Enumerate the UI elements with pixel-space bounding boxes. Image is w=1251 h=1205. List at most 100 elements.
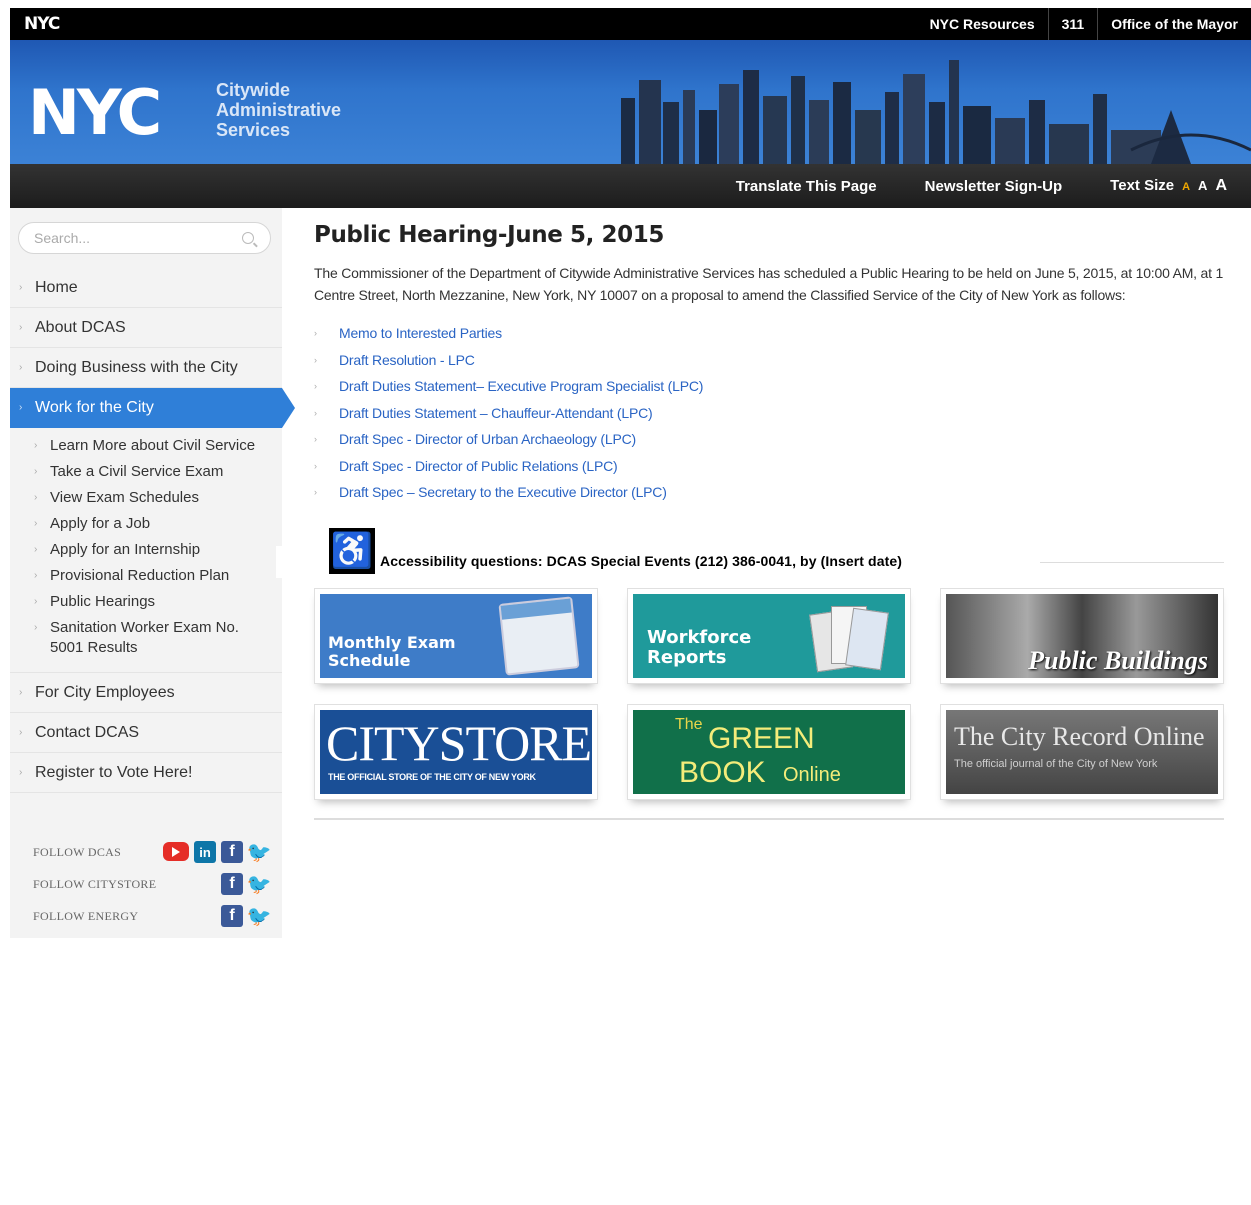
link-spec-urban-archaeology[interactable]: › Draft Spec - Director of Urban Archaeol… xyxy=(314,426,1224,453)
tile-image: Monthly Exam Schedule xyxy=(320,594,592,678)
bullet-icon: › xyxy=(34,544,38,555)
sidebar-item-for-city-employees[interactable]: › For City Employees xyxy=(10,673,282,713)
link-draft-resolution[interactable]: › Draft Resolution - LPC xyxy=(314,347,1224,374)
text-size-small-button[interactable]: A xyxy=(1182,181,1190,193)
agency-line-3: Services xyxy=(216,120,291,140)
reports-icon xyxy=(809,602,889,673)
tile-label-book: BOOK xyxy=(679,756,766,789)
sidebar-item-work-for-the-city[interactable]: › Work for the City xyxy=(10,388,295,428)
sidebar-item-register-to-vote[interactable]: › Register to Vote Here! xyxy=(10,753,282,793)
link-spec-secretary[interactable]: › Draft Spec – Secretary to the Executive… xyxy=(314,479,1224,506)
city-record-online-tile[interactable]: The City Record Online The official jour… xyxy=(940,704,1224,800)
link-label: Draft Spec - Director of Public Relation… xyxy=(339,457,618,474)
subitem-sanitation-exam[interactable]: › Sanitation Worker Exam No. 5001 Results xyxy=(10,618,282,658)
bullet-icon: › xyxy=(34,466,38,477)
calendar-icon xyxy=(498,596,580,676)
follow-energy-row: FOLLOW ENERGY f 🐦 xyxy=(10,900,282,932)
public-buildings-tile[interactable]: Public Buildings xyxy=(940,588,1224,684)
link-spec-public-relations[interactable]: › Draft Spec - Director of Public Relatio… xyxy=(314,453,1224,480)
youtube-icon[interactable] xyxy=(163,842,189,861)
monthly-exam-schedule-tile[interactable]: Monthly Exam Schedule xyxy=(314,588,598,684)
subitem-public-hearings[interactable]: › Public Hearings xyxy=(10,592,282,612)
bullet-icon: › xyxy=(314,407,317,418)
bullet-icon: › xyxy=(19,687,23,698)
nyc-resources-link[interactable]: NYC Resources xyxy=(917,8,1048,40)
sidebar-item-doing-business[interactable]: › Doing Business with the City xyxy=(10,348,282,388)
tile-sublabel: THE OFFICIAL STORE OF THE CITY OF NEW YO… xyxy=(328,772,536,782)
link-memo[interactable]: › Memo to Interested Parties xyxy=(314,320,1224,347)
subitem-label: View Exam Schedules xyxy=(50,489,199,506)
bullet-icon: › xyxy=(314,381,317,391)
citystore-tile[interactable]: CITYSTORE THE OFFICIAL STORE OF THE CITY… xyxy=(314,704,598,800)
linkedin-icon[interactable]: in xyxy=(194,841,216,863)
text-size-medium-button[interactable]: A xyxy=(1198,178,1207,193)
top-bar: NYC NYC Resources 311 Office of the Mayo… xyxy=(10,8,1251,40)
subitem-label: Public Hearings xyxy=(50,593,156,610)
twitter-icon[interactable]: 🐦 xyxy=(247,841,272,864)
workforce-reports-tile[interactable]: Workforce Reports xyxy=(627,588,911,684)
sidebar-item-label: Home xyxy=(35,279,78,296)
subitem-exam-schedules[interactable]: › View Exam Schedules xyxy=(10,488,282,508)
tile-image: Workforce Reports xyxy=(633,594,905,678)
top-links: NYC Resources 311 Office of the Mayor xyxy=(917,8,1251,40)
search-icon[interactable] xyxy=(242,232,254,244)
bullet-icon: › xyxy=(19,282,23,293)
twitter-icon[interactable]: 🐦 xyxy=(247,905,272,928)
subitem-take-exam[interactable]: › Take a Civil Service Exam xyxy=(10,462,282,482)
sidebar-nav: › Home › About DCAS › Doing Business with t… xyxy=(10,268,295,793)
311-link[interactable]: 311 xyxy=(1047,8,1098,40)
nyc-small-logo[interactable]: NYC xyxy=(24,14,60,34)
tile-label: Workforce Reports xyxy=(647,628,751,668)
bullet-icon: › xyxy=(314,328,317,338)
subitem-label: Apply for a Job xyxy=(50,515,151,532)
subitem-label: Provisional Reduction Plan xyxy=(50,567,230,584)
intro-paragraph: The Commissioner of the Department of Ci… xyxy=(314,265,1224,303)
tile-label-green: GREEN xyxy=(708,722,815,755)
green-book-online-tile[interactable]: The GREEN BOOK Online xyxy=(627,704,911,800)
tile-label-line: Schedule xyxy=(328,651,411,670)
sidebar-subitems: › Learn More about Civil Service › Take a … xyxy=(10,428,282,673)
sidebar-item-home[interactable]: › Home xyxy=(10,268,282,308)
follow-label: FOLLOW ENERGY xyxy=(33,909,139,923)
tile-label-the: The xyxy=(675,716,703,733)
bullet-icon: › xyxy=(34,492,38,503)
tile-label: The City Record Online xyxy=(954,722,1205,751)
bullet-icon: › xyxy=(34,518,38,529)
social-icons: f 🐦 xyxy=(216,905,272,928)
subitem-apply-job[interactable]: › Apply for a Job xyxy=(10,514,282,534)
office-of-the-mayor-link[interactable]: Office of the Mayor xyxy=(1097,8,1251,40)
bullet-icon: › xyxy=(314,434,317,444)
link-duties-chauffeur[interactable]: › Draft Duties Statement – Chauffeur-Atte… xyxy=(314,400,1224,427)
facebook-icon[interactable]: f xyxy=(221,841,243,863)
sidebar: › Home › About DCAS › Doing Business with t… xyxy=(10,208,295,938)
skyline-image xyxy=(621,60,1251,164)
bullet-icon: › xyxy=(314,354,317,365)
sidebar-item-contact-dcas[interactable]: › Contact DCAS xyxy=(10,713,282,753)
twitter-icon[interactable]: 🐦 xyxy=(247,873,272,896)
facebook-icon[interactable]: f xyxy=(221,873,243,895)
subitem-provisional-reduction[interactable]: › Provisional Reduction Plan xyxy=(10,566,282,586)
divider xyxy=(1040,562,1224,563)
sidebar-item-label: For City Employees xyxy=(35,684,175,701)
link-duties-program-specialist[interactable]: › Draft Duties Statement– Executive Progr… xyxy=(314,373,1224,400)
sidebar-item-about-dcas[interactable]: › About DCAS xyxy=(10,308,282,348)
social-icons: in f 🐦 xyxy=(158,841,272,864)
follow-section: FOLLOW DCAS in f 🐦 FOLLOW CITYSTORE f 🐦 … xyxy=(10,836,282,932)
tile-label: Public Buildings xyxy=(1028,646,1208,675)
newsletter-signup-link[interactable]: Newsletter Sign-Up xyxy=(925,178,1063,195)
tile-label: Monthly Exam Schedule xyxy=(328,634,456,670)
page-title: Public Hearing-June 5, 2015 xyxy=(314,222,664,248)
follow-label: FOLLOW CITYSTORE xyxy=(33,877,157,891)
bullet-icon: › xyxy=(34,622,38,633)
nyc-logo[interactable]: NYC xyxy=(28,82,162,144)
subitem-apply-internship[interactable]: › Apply for an Internship xyxy=(10,540,282,560)
subitem-label: Take a Civil Service Exam xyxy=(50,463,224,480)
text-size-large-button[interactable]: A xyxy=(1215,177,1227,195)
tile-image: The City Record Online The official jour… xyxy=(946,710,1218,794)
search-input[interactable] xyxy=(34,230,234,246)
tile-label-line: Reports xyxy=(647,647,727,668)
translate-link[interactable]: Translate This Page xyxy=(736,178,877,195)
accessibility-note: Accessibility questions: DCAS Special Ev… xyxy=(380,553,903,569)
facebook-icon[interactable]: f xyxy=(221,905,243,927)
subitem-learn-civil-service[interactable]: › Learn More about Civil Service xyxy=(10,436,282,456)
